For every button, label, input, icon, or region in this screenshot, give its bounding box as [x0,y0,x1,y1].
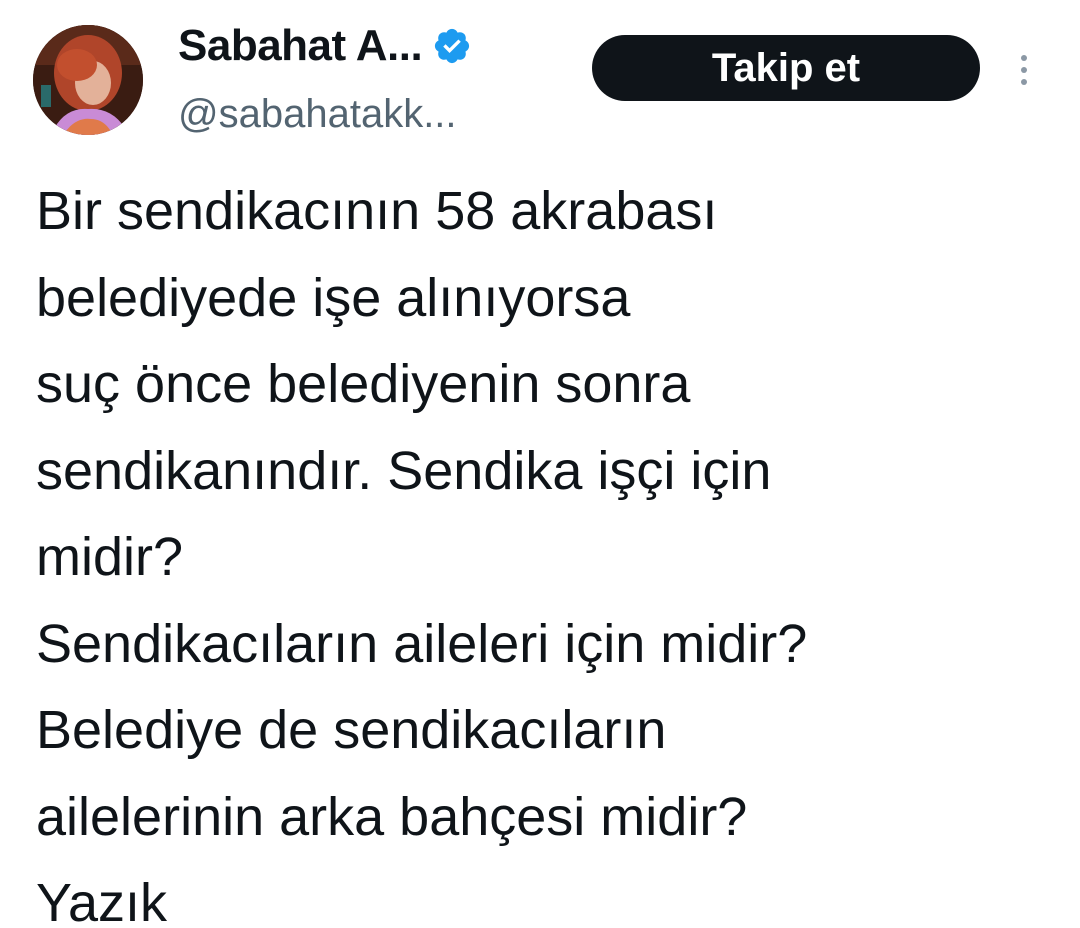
profile-photo-icon [33,25,143,135]
tweet-text: Bir sendikacının 58 akrabası belediyede … [36,168,1046,928]
follow-button[interactable]: Takip et [592,35,980,101]
tweet-text-line: belediyede işe alınıyorsa [36,267,631,328]
tweet-text-line: midir? [36,527,184,587]
user-handle[interactable]: @sabahatakk... [178,92,457,137]
tweet-header: Sabahat A... @sabahatakk... Takip et [0,0,1080,150]
verified-badge-icon [432,26,472,66]
more-options-button[interactable] [1004,45,1044,95]
more-vertical-icon [1021,55,1027,85]
display-name[interactable]: Sabahat A... [178,21,423,71]
tweet-text-line: suç önce belediyenin sonra [36,354,691,414]
tweet-text-line: Belediye de sendikacıların [36,700,667,760]
name-row: Sabahat A... [178,18,472,74]
tweet-text-line: ailelerinin arka bahçesi midir? [36,786,748,847]
avatar[interactable] [33,25,143,135]
tweet-text-line: Sendikacıların aileleri için midir? [36,613,808,674]
tweet-text-line: Bir sendikacının 58 akrabası [36,181,718,241]
tweet-text-line: sendikanındır. Sendika işçi için [36,440,772,501]
tweet-text-line: Yazık [36,873,168,928]
